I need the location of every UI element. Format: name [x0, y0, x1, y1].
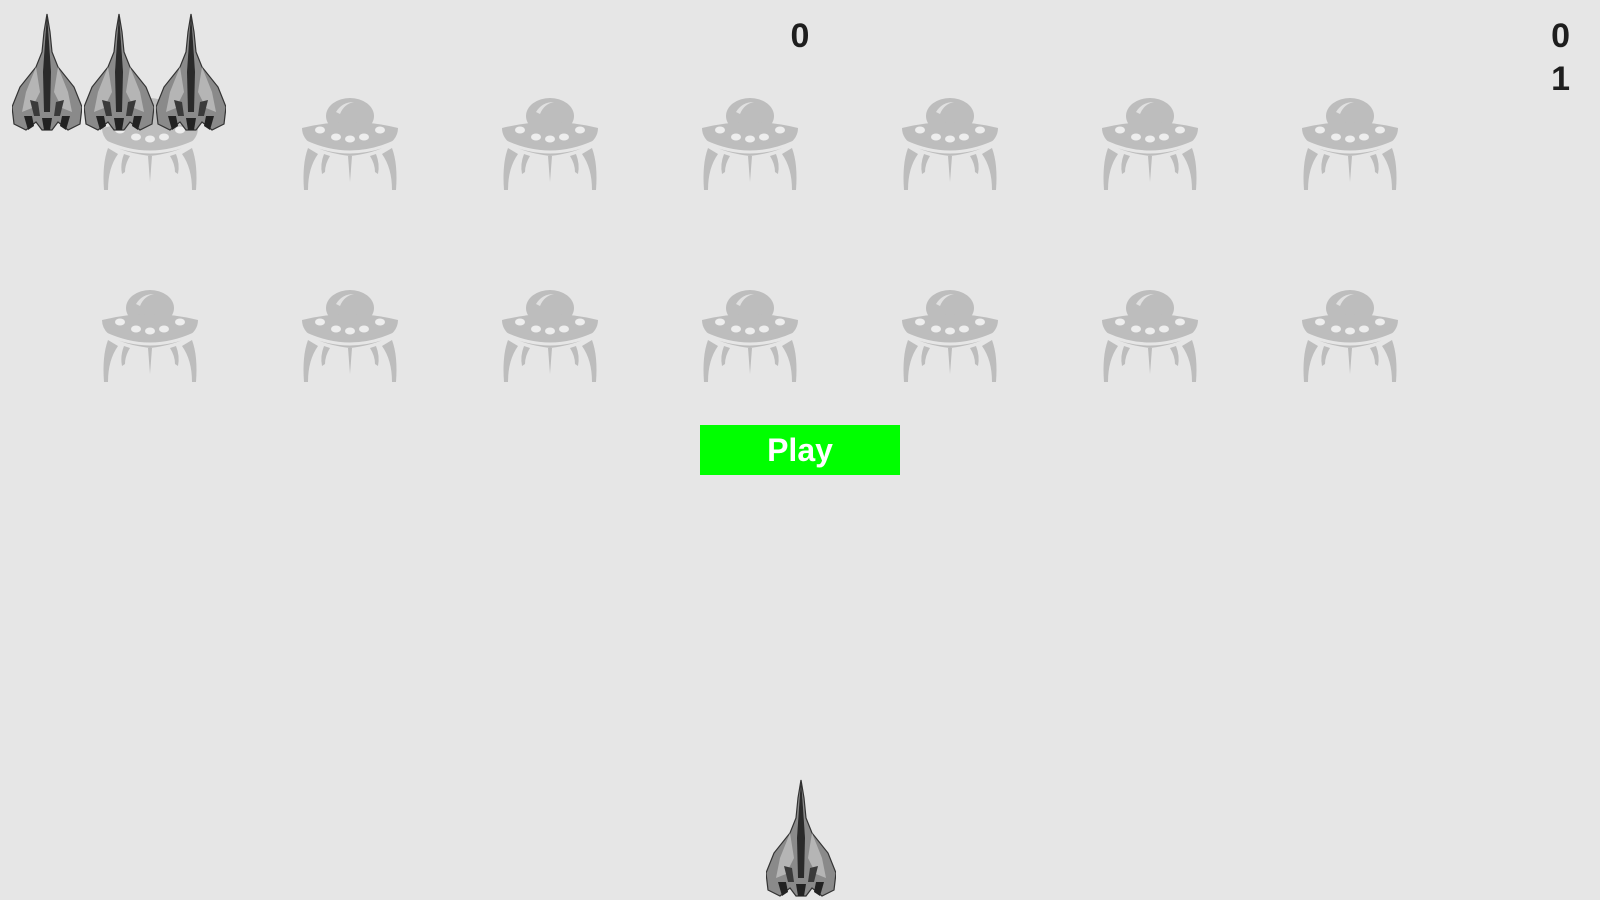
alien-ufo-icon [100, 286, 200, 384]
alien-ufo-icon [700, 94, 800, 192]
alien-ufo-icon [900, 286, 1000, 384]
alien-ufo-icon [1100, 94, 1200, 192]
alien-ufo-icon [500, 94, 600, 192]
alien-ufo-icon [300, 286, 400, 384]
game-screen[interactable]: 0 0 1 Play [0, 0, 1600, 900]
ship-icon [156, 12, 226, 132]
level-display: 1 [1551, 60, 1570, 98]
alien-ufo-icon [900, 94, 1000, 192]
score-display: 0 [790, 17, 810, 55]
ship-icon [84, 12, 154, 132]
alien-ufo-icon [300, 94, 400, 192]
ship-icon [12, 12, 82, 132]
player-ship [766, 778, 836, 898]
alien-ufo-icon [1100, 286, 1200, 384]
alien-ufo-icon [500, 286, 600, 384]
alien-ufo-icon [1300, 286, 1400, 384]
alien-ufo-icon [700, 286, 800, 384]
high-score-display: 0 [1551, 17, 1570, 55]
play-button[interactable]: Play [700, 425, 900, 475]
alien-ufo-icon [1300, 94, 1400, 192]
